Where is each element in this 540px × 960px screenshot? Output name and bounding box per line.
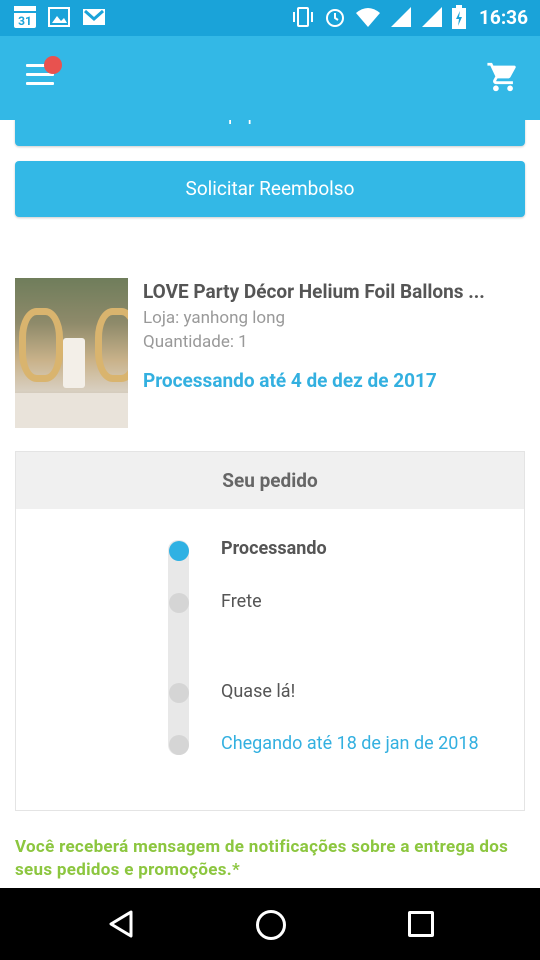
step-label-shipping: Frete bbox=[221, 591, 262, 612]
status-bar: 31 16:36 bbox=[0, 0, 540, 36]
cart-button[interactable] bbox=[486, 60, 520, 94]
app-bar bbox=[0, 36, 540, 120]
request-refund-button[interactable]: Solicitar Reembolso bbox=[15, 161, 525, 217]
step-dot-almost-there bbox=[169, 683, 189, 703]
wifi-icon bbox=[356, 8, 381, 27]
home-icon[interactable] bbox=[256, 910, 286, 940]
step-label-processing: Processando bbox=[221, 538, 327, 559]
system-nav-bar bbox=[0, 888, 540, 960]
step-label-arrival: Chegando até 18 de jan de 2018 bbox=[221, 733, 479, 754]
order-heading: Seu pedido bbox=[16, 452, 524, 509]
notification-dot bbox=[44, 56, 62, 74]
product-image[interactable] bbox=[15, 278, 128, 428]
calendar-day: 31 bbox=[18, 14, 32, 28]
request-refund-label: Solicitar Reembolso bbox=[185, 177, 355, 200]
product-title[interactable]: LOVE Party Décor Helium Foil Ballons ... bbox=[143, 280, 523, 303]
order-tracking-card: Seu pedido Processando Frete Quase lá! C… bbox=[15, 451, 525, 811]
tracking-line bbox=[168, 540, 189, 755]
hamburger-line bbox=[26, 82, 54, 85]
alarm-icon bbox=[326, 9, 345, 27]
clock-time: 16:36 bbox=[479, 5, 528, 29]
calendar-icon: 31 bbox=[14, 6, 36, 28]
image-icon bbox=[48, 7, 70, 27]
step-label-almost-there: Quase lá! bbox=[221, 681, 296, 702]
notification-notice: Você receberá mensagem de notificações s… bbox=[15, 837, 509, 880]
menu-button[interactable] bbox=[26, 56, 62, 94]
product-store: Loja: yanhong long bbox=[143, 308, 286, 328]
step-dot-arrival bbox=[169, 735, 189, 755]
step-dot-shipping bbox=[169, 593, 189, 613]
product-status: Processando até 4 de dez de 2017 bbox=[143, 369, 437, 392]
gmail-icon bbox=[83, 9, 105, 25]
step-dot-processing bbox=[169, 541, 189, 561]
back-icon[interactable] bbox=[108, 910, 134, 938]
recent-apps-icon[interactable] bbox=[408, 911, 434, 937]
battery-icon bbox=[452, 5, 467, 29]
product-quantity: Quantidade: 1 bbox=[143, 332, 248, 352]
vibrate-icon bbox=[293, 7, 314, 27]
signal-icon bbox=[422, 7, 443, 27]
shopping-cart-icon bbox=[487, 62, 516, 92]
signal-icon bbox=[391, 7, 412, 27]
